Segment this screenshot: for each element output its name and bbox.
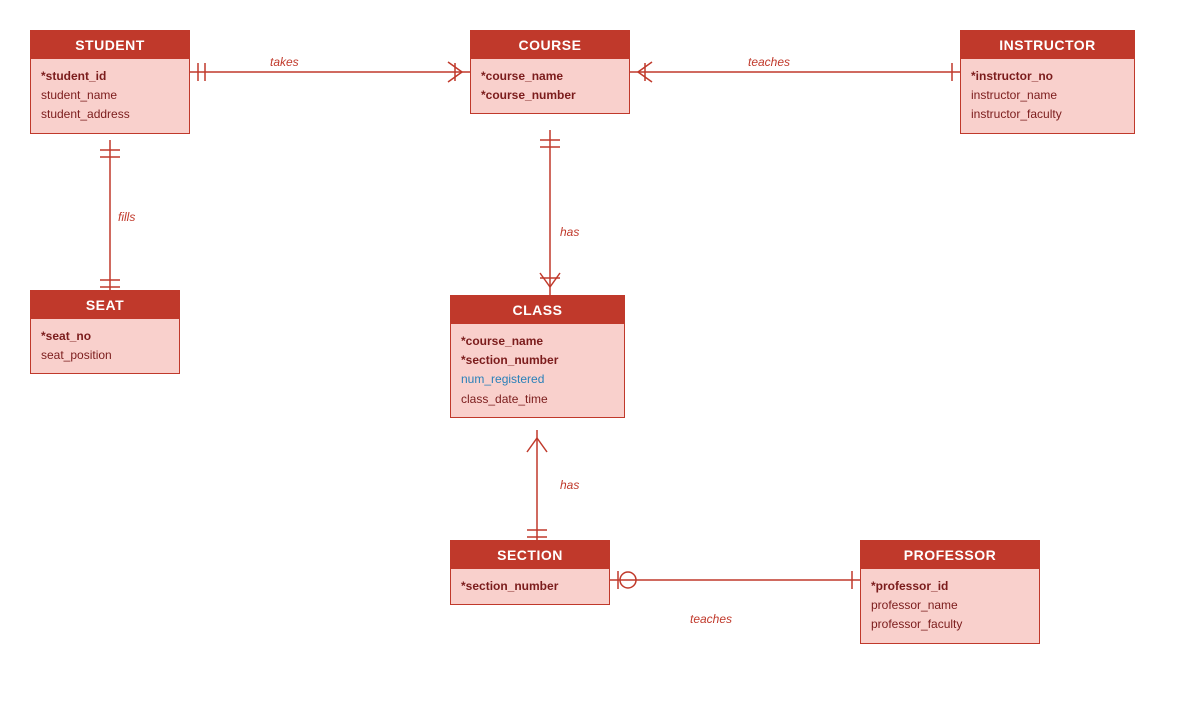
field: *course_name	[481, 67, 619, 86]
rel-label-teaches-instructor: teaches	[748, 55, 790, 69]
field: *course_number	[481, 86, 619, 105]
entity-course-body: *course_name *course_number	[471, 59, 629, 113]
rel-label-has-class-section: has	[560, 478, 579, 492]
entity-seat: SEAT *seat_no seat_position	[30, 290, 180, 374]
entity-seat-body: *seat_no seat_position	[31, 319, 179, 373]
rel-label-fills: fills	[118, 210, 135, 224]
entity-instructor: INSTRUCTOR *instructor_no instructor_nam…	[960, 30, 1135, 134]
field: student_address	[41, 105, 179, 124]
diagram-container: STUDENT *student_id student_name student…	[0, 0, 1201, 724]
entity-seat-header: SEAT	[31, 291, 179, 319]
field: seat_position	[41, 346, 169, 365]
field: *section_number	[461, 351, 614, 370]
rel-label-teaches-professor: teaches	[690, 612, 732, 626]
field: professor_name	[871, 596, 1029, 615]
field: *student_id	[41, 67, 179, 86]
entity-professor: PROFESSOR *professor_id professor_name p…	[860, 540, 1040, 644]
field: instructor_faculty	[971, 105, 1124, 124]
field: *course_name	[461, 332, 614, 351]
field: instructor_name	[971, 86, 1124, 105]
entity-student: STUDENT *student_id student_name student…	[30, 30, 190, 134]
entity-course-header: COURSE	[471, 31, 629, 59]
entity-student-body: *student_id student_name student_address	[31, 59, 189, 133]
field: student_name	[41, 86, 179, 105]
entity-instructor-body: *instructor_no instructor_name instructo…	[961, 59, 1134, 133]
entity-instructor-header: INSTRUCTOR	[961, 31, 1134, 59]
entity-class: CLASS *course_name *section_number num_r…	[450, 295, 625, 418]
rel-label-has-course-class: has	[560, 225, 579, 239]
entity-professor-body: *professor_id professor_name professor_f…	[861, 569, 1039, 643]
entity-section-header: SECTION	[451, 541, 609, 569]
entity-section: SECTION *section_number	[450, 540, 610, 605]
field: *instructor_no	[971, 67, 1124, 86]
field: *section_number	[461, 577, 599, 596]
field: *seat_no	[41, 327, 169, 346]
entity-student-header: STUDENT	[31, 31, 189, 59]
field: *professor_id	[871, 577, 1029, 596]
field: num_registered	[461, 370, 614, 389]
field: class_date_time	[461, 390, 614, 409]
entity-section-body: *section_number	[451, 569, 609, 604]
field: professor_faculty	[871, 615, 1029, 634]
entity-professor-header: PROFESSOR	[861, 541, 1039, 569]
entity-class-header: CLASS	[451, 296, 624, 324]
rel-label-takes: takes	[270, 55, 299, 69]
entity-course: COURSE *course_name *course_number	[470, 30, 630, 114]
entity-class-body: *course_name *section_number num_registe…	[451, 324, 624, 417]
